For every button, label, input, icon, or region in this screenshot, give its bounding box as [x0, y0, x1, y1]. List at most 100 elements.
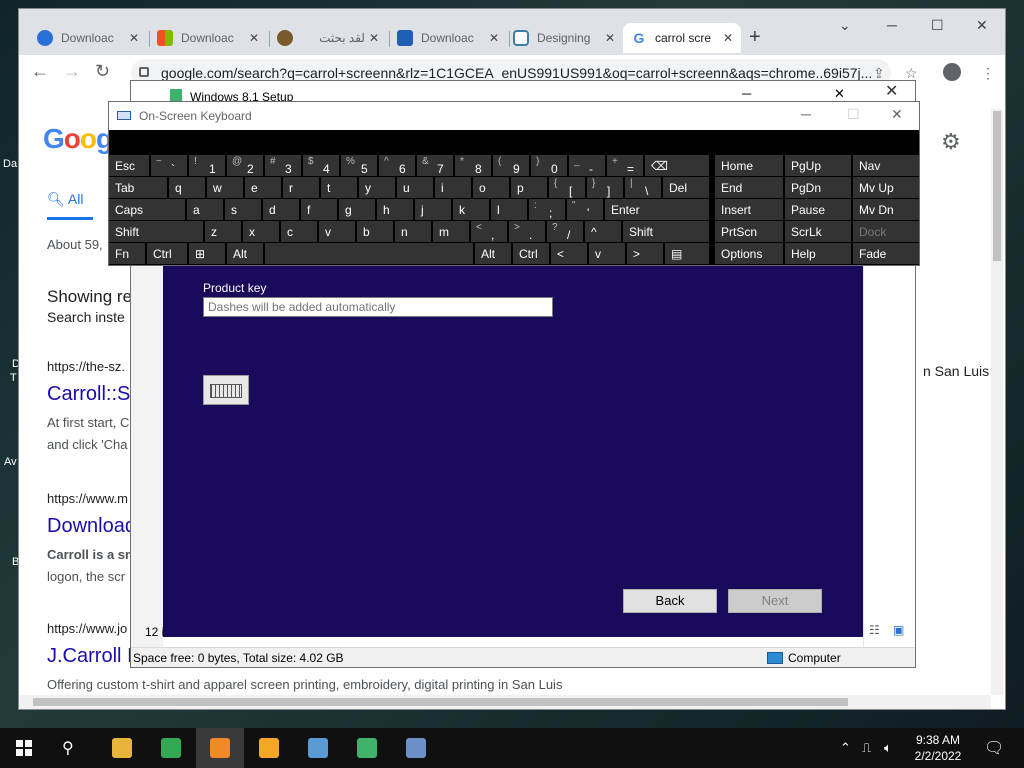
osk-key[interactable]: Tab [109, 177, 167, 198]
vertical-scrollbar[interactable] [991, 109, 1003, 695]
tab-all[interactable]: 🔍︎ All [47, 191, 83, 208]
minimize-icon[interactable]: ─ [801, 106, 811, 122]
browser-tab[interactable]: Downloac ✕ [29, 23, 147, 53]
result-url[interactable]: https://the-sz. [47, 359, 125, 374]
osk-key[interactable]: <, [471, 221, 507, 242]
osk-key[interactable]: ^ 6 [379, 155, 415, 176]
osk-nav-key[interactable]: Insert [715, 199, 783, 220]
product-key-input[interactable] [203, 297, 553, 317]
touch-keyboard-button[interactable] [203, 375, 249, 405]
tab-close-icon[interactable]: ✕ [129, 31, 139, 45]
osk-key[interactable]: * 8 [455, 155, 491, 176]
osk-key[interactable]: $4 [303, 155, 339, 176]
osk-key[interactable]: i [435, 177, 471, 198]
forward-arrow-icon[interactable]: → [63, 61, 81, 82]
osk-key[interactable]: Esc [109, 155, 149, 176]
osk-key[interactable]: b [357, 221, 393, 242]
osk-key[interactable]: Fn [109, 243, 145, 264]
osk-nav-key[interactable]: Mv Dn [853, 199, 919, 220]
osk-key[interactable]: l [491, 199, 527, 220]
osk-key[interactable]: Caps [109, 199, 185, 220]
taskbar-app-setup-tool[interactable] [343, 728, 391, 768]
profile-avatar-icon[interactable] [943, 63, 961, 81]
taskbar-app-file-explorer[interactable] [98, 728, 146, 768]
osk-key[interactable]: Del [663, 177, 709, 198]
browser-tab[interactable]: Downloac ✕ [149, 23, 267, 53]
osk-key[interactable]: | \ [625, 177, 661, 198]
osk-key[interactable]: ⊞ [189, 243, 225, 264]
osk-key[interactable]: & 7 [417, 155, 453, 176]
result-title-link[interactable]: Download [47, 515, 136, 538]
close-icon[interactable]: ✕ [891, 106, 903, 123]
osk-key[interactable]: h [377, 199, 413, 220]
osk-key[interactable]: r [283, 177, 319, 198]
osk-key[interactable]: ! 1 [189, 155, 225, 176]
osk-key[interactable]: + = [607, 155, 643, 176]
new-tab-button[interactable]: + [749, 26, 761, 49]
browser-tab[interactable]: Downloac ✕ [389, 23, 507, 53]
browser-tab-active[interactable]: G carrol scre ✕ [623, 23, 741, 53]
osk-key[interactable]: g [339, 199, 375, 220]
osk-key[interactable]: ⌫ [645, 155, 709, 176]
osk-nav-key[interactable]: ScrLk [785, 221, 851, 242]
osk-key[interactable]: ? / [547, 221, 583, 242]
taskbar-app-brave-shield[interactable] [196, 728, 244, 768]
osk-key[interactable]: @2 [227, 155, 263, 176]
horizontal-scrollbar[interactable] [19, 695, 991, 709]
osk-key[interactable]: j [415, 199, 451, 220]
browser-tab[interactable]: Designing ✕ [505, 23, 623, 53]
osk-nav-key[interactable]: Home [715, 155, 783, 176]
osk-key[interactable]: u [397, 177, 433, 198]
osk-nav-key[interactable]: Nav [853, 155, 919, 176]
minimize-icon[interactable]: ─ [887, 17, 897, 33]
osk-key[interactable] [265, 243, 473, 264]
osk-key[interactable]: s [225, 199, 261, 220]
back-arrow-icon[interactable]: ← [31, 61, 49, 82]
tab-close-icon[interactable]: ✕ [605, 31, 615, 45]
osk-key[interactable]: _ - [569, 155, 605, 176]
osk-key[interactable]: a [187, 199, 223, 220]
result-url[interactable]: https://www.m [47, 491, 128, 506]
notifications-icon[interactable]: 🗨︎ [984, 738, 1004, 758]
scrollbar-thumb[interactable] [993, 111, 1001, 261]
osk-key[interactable]: o [473, 177, 509, 198]
osk-key[interactable]: k [453, 199, 489, 220]
osk-key[interactable]: (9 [493, 155, 529, 176]
osk-key[interactable]: z [205, 221, 241, 242]
maximize-icon[interactable]: ☐ [931, 17, 944, 34]
osk-key[interactable]: " ' [567, 199, 603, 220]
search-instead-link[interactable]: Search inste [47, 309, 125, 325]
clock[interactable]: 9:38 AM 2/2/2022 [905, 732, 971, 764]
osk-key[interactable]: t [321, 177, 357, 198]
settings-gear-icon[interactable]: ⚙ [941, 129, 961, 155]
osk-key[interactable]: Alt [475, 243, 511, 264]
osk-key[interactable]: >. [509, 221, 545, 242]
osk-key[interactable]: e [245, 177, 281, 198]
osk-key[interactable]: {[ [549, 177, 585, 198]
taskbar-app-lightning-app[interactable] [245, 728, 293, 768]
osk-nav-key[interactable]: Help [785, 243, 851, 264]
back-button[interactable]: Back [623, 589, 717, 613]
osk-key[interactable]: ) 0 [531, 155, 567, 176]
next-button[interactable]: Next [728, 589, 822, 613]
osk-nav-key[interactable]: Options [715, 243, 783, 264]
osk-nav-key[interactable]: Pause [785, 199, 851, 220]
osk-key[interactable]: ^ [585, 221, 621, 242]
osk-key[interactable]: Enter [605, 199, 709, 220]
search-icon[interactable]: ⚲ [62, 738, 74, 758]
osk-key[interactable]: p [511, 177, 547, 198]
osk-key[interactable]: :; [529, 199, 565, 220]
osk-key[interactable]: #3 [265, 155, 301, 176]
browser-tab[interactable]: لقد بحثت ✕ [269, 23, 387, 53]
osk-nav-key[interactable]: Fade [853, 243, 919, 264]
minimize-icon[interactable]: ─ [742, 86, 751, 101]
osk-key[interactable]: n [395, 221, 431, 242]
volume-muted-icon[interactable]: 🔈︎ [884, 740, 892, 756]
osk-key[interactable]: }] [587, 177, 623, 198]
osk-nav-key[interactable]: PgUp [785, 155, 851, 176]
tab-close-icon[interactable]: ✕ [369, 31, 379, 45]
osk-key[interactable]: y [359, 177, 395, 198]
large-icons-view-icon[interactable]: ▣ [893, 623, 904, 637]
taskbar-app-virtualbox[interactable] [294, 728, 342, 768]
osk-key[interactable]: c [281, 221, 317, 242]
